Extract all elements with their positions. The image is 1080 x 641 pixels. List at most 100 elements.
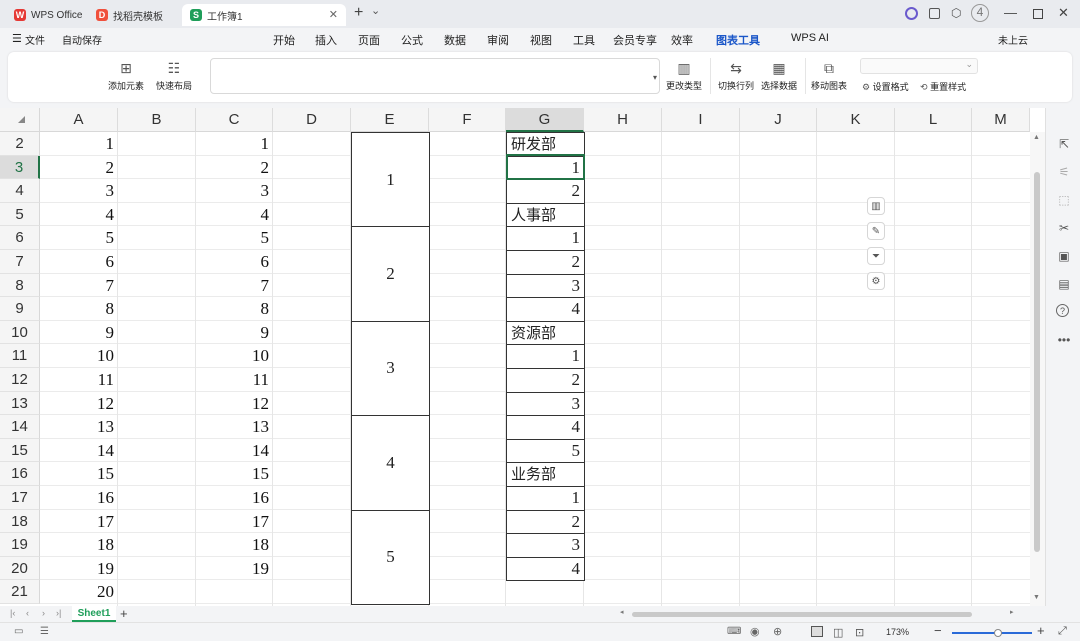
- sheet-tab-sheet1[interactable]: Sheet1: [72, 606, 116, 622]
- row-header-8[interactable]: 8: [0, 273, 40, 298]
- menu-member[interactable]: 会员专享: [613, 32, 657, 48]
- cell-c[interactable]: 1: [196, 132, 273, 156]
- vertical-scrollbar[interactable]: ▲ ▼: [1030, 132, 1045, 606]
- menu-file[interactable]: 文件: [25, 32, 45, 47]
- hscroll-thumb[interactable]: [632, 612, 972, 617]
- merged-cell-e[interactable]: 1: [351, 132, 430, 228]
- active-cell-g3[interactable]: [506, 154, 585, 180]
- cell-c[interactable]: 16: [196, 486, 273, 510]
- macro-icon[interactable]: ▭: [14, 626, 23, 637]
- row-header-2[interactable]: 2: [0, 132, 40, 156]
- add-element-button[interactable]: ⊞ 添加元素: [104, 60, 148, 92]
- cell-a[interactable]: 2: [40, 156, 118, 180]
- fullscreen-icon[interactable]: ⤢: [1058, 625, 1067, 638]
- cell-a[interactable]: 12: [40, 392, 118, 416]
- merged-cell-e[interactable]: 2: [351, 226, 430, 322]
- cell-c[interactable]: 15: [196, 462, 273, 486]
- change-type-button[interactable]: ▥ 更改类型: [664, 60, 704, 92]
- cell-g[interactable]: 2: [506, 368, 585, 393]
- normal-view-icon[interactable]: [811, 626, 823, 637]
- cell-g[interactable]: 4: [506, 297, 585, 322]
- column-header-d[interactable]: D: [273, 108, 351, 132]
- row-header-6[interactable]: 6: [0, 226, 40, 250]
- tab-template[interactable]: D 找稻壳模板: [88, 4, 178, 26]
- cell-c[interactable]: 3: [196, 179, 273, 203]
- cell-a[interactable]: 1: [40, 132, 118, 156]
- cell-c[interactable]: 11: [196, 368, 273, 392]
- cell-g[interactable]: 2: [506, 250, 585, 275]
- cell-c[interactable]: 13: [196, 415, 273, 439]
- scroll-right-icon[interactable]: ▸: [1010, 608, 1014, 616]
- select-data-button[interactable]: ▦ 选择数据: [758, 60, 800, 92]
- cell-a[interactable]: 13: [40, 415, 118, 439]
- scroll-thumb[interactable]: [1034, 172, 1040, 552]
- cell-c[interactable]: 2: [196, 156, 273, 180]
- column-header-c[interactable]: C: [196, 108, 273, 132]
- zoom-slider[interactable]: [952, 629, 1032, 637]
- menu-home[interactable]: 开始: [273, 32, 295, 48]
- cell-a[interactable]: 20: [40, 580, 118, 604]
- menu-formula[interactable]: 公式: [401, 32, 423, 48]
- cell-c[interactable]: 10: [196, 344, 273, 368]
- eye-protection-icon[interactable]: ◉: [750, 625, 760, 638]
- tab-wps-office[interactable]: W WPS Office: [6, 4, 86, 26]
- image-icon[interactable]: ▣: [1056, 248, 1072, 264]
- row-header-7[interactable]: 7: [0, 250, 40, 274]
- column-header-f[interactable]: F: [429, 108, 506, 132]
- cell-a[interactable]: 14: [40, 439, 118, 463]
- row-header-4[interactable]: 4: [0, 179, 40, 203]
- gallery-expand-icon[interactable]: ▾: [653, 73, 657, 82]
- cell-a[interactable]: 17: [40, 510, 118, 534]
- chart-style-gallery[interactable]: ▾: [210, 58, 660, 94]
- row-header-19[interactable]: 19: [0, 533, 40, 557]
- zoom-slider-thumb[interactable]: [994, 629, 1002, 637]
- close-tab-icon[interactable]: ✕: [329, 8, 338, 21]
- first-sheet-icon[interactable]: |‹: [10, 608, 15, 618]
- cell-g[interactable]: 3: [506, 273, 585, 299]
- scroll-down-icon[interactable]: ▼: [1033, 594, 1040, 601]
- cell-a[interactable]: 6: [40, 250, 118, 274]
- column-header-b[interactable]: B: [118, 108, 196, 132]
- pointer-icon[interactable]: ⇱: [1056, 136, 1072, 152]
- row-header-20[interactable]: 20: [0, 556, 40, 581]
- chart-settings-button[interactable]: ⚙: [867, 272, 885, 290]
- new-tab-button[interactable]: +: [354, 4, 363, 22]
- cell-c[interactable]: 18: [196, 533, 273, 557]
- more-icon[interactable]: •••: [1056, 332, 1072, 348]
- select-icon[interactable]: ⬚: [1056, 192, 1072, 208]
- cell-c[interactable]: 6: [196, 250, 273, 274]
- zoom-in-icon[interactable]: +: [1037, 623, 1045, 638]
- window-icon[interactable]: [929, 8, 940, 19]
- row-header-10[interactable]: 10: [0, 320, 40, 345]
- cell-a[interactable]: 19: [40, 557, 118, 581]
- cube-icon[interactable]: ⬡: [951, 6, 961, 20]
- cell-g[interactable]: 5: [506, 438, 585, 464]
- move-chart-button[interactable]: ⧉ 移动图表: [808, 60, 850, 92]
- column-header-e[interactable]: E: [351, 108, 429, 132]
- set-format-button[interactable]: ⚙ 设置格式: [862, 80, 909, 93]
- row-header-11[interactable]: 11: [0, 344, 40, 368]
- page-break-icon[interactable]: ⊡: [855, 626, 864, 639]
- next-sheet-icon[interactable]: ›: [42, 608, 45, 618]
- keyboard-icon[interactable]: ⌨: [727, 626, 741, 637]
- cell-g[interactable]: 4: [506, 556, 585, 582]
- cell-g[interactable]: 1: [506, 226, 585, 251]
- restore-icon[interactable]: [1033, 9, 1043, 19]
- tools-icon[interactable]: ✂: [1056, 220, 1072, 236]
- cell-c[interactable]: 7: [196, 274, 273, 298]
- merged-cell-e[interactable]: 5: [351, 509, 430, 605]
- cell-g[interactable]: 1: [506, 486, 585, 511]
- tab-dropdown-icon[interactable]: ⌄: [371, 4, 380, 17]
- cell-c[interactable]: 12: [196, 392, 273, 416]
- properties-icon[interactable]: ⚟: [1056, 164, 1072, 180]
- book-icon[interactable]: ▤: [1056, 276, 1072, 292]
- chart-filter-button[interactable]: ⏷: [867, 247, 885, 265]
- zoom-out-icon[interactable]: −: [934, 623, 942, 638]
- menu-wps-ai[interactable]: WPS AI: [791, 32, 829, 44]
- row-header-5[interactable]: 5: [0, 202, 40, 227]
- cell-g[interactable]: 3: [506, 391, 585, 417]
- menu-review[interactable]: 审阅: [487, 32, 509, 48]
- notes-icon[interactable]: ☰: [40, 626, 49, 637]
- cell-a[interactable]: 10: [40, 344, 118, 368]
- row-header-14[interactable]: 14: [0, 415, 40, 439]
